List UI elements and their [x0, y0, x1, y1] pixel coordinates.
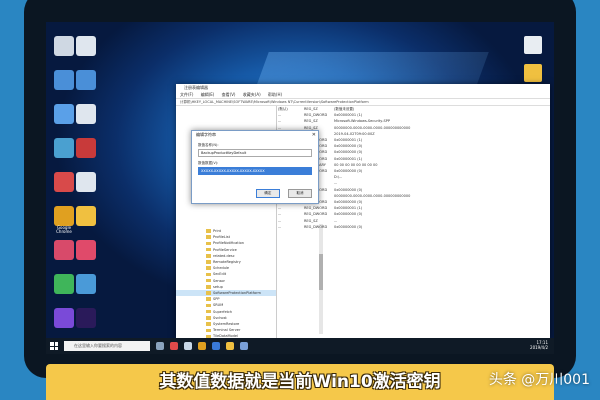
tree-item-label: Sensor	[213, 278, 225, 283]
task-view-icon[interactable]	[156, 342, 164, 350]
search-box[interactable]: 在这里输入你要搜索的内容	[64, 341, 150, 351]
tree-item-label: related.desc	[213, 253, 235, 258]
tree-item-label: SPP	[213, 297, 220, 302]
network-icon[interactable]	[54, 104, 74, 124]
watermark: 头条 @万川001	[488, 372, 590, 388]
clock-date: 2019/4/2	[530, 345, 548, 350]
tree-item-label: setup	[213, 284, 223, 289]
folder-icon	[206, 272, 211, 277]
tree-item-label: ProfileService	[213, 247, 237, 252]
app-icon[interactable]	[54, 240, 74, 260]
taskbar: 在这里输入你要搜索的内容 17:11 2019/4/2	[46, 338, 554, 354]
desktop-screen: Google Chrome 注册表编辑器 文件(F) 编辑(E) 查看(V) 收…	[46, 22, 554, 354]
desktop-icon-label: Google Chrome	[56, 225, 72, 234]
folder-icon	[206, 247, 211, 252]
folder-icon[interactable]	[524, 64, 542, 82]
edit-string-dialog[interactable]: 编辑字符串 ✕ 数值名称(N): BackupProductKeyDefault…	[191, 130, 319, 204]
dialog-buttons: 确定 取消	[253, 179, 312, 198]
menu-view[interactable]: 查看(V)	[222, 92, 236, 97]
chrome-taskbar-icon[interactable]	[198, 342, 206, 350]
menu-favorites[interactable]: 收藏夹(A)	[243, 92, 261, 97]
tree-item-label: SystemRestore	[213, 322, 240, 327]
file-icon[interactable]	[524, 36, 542, 54]
tree-item-label: ProfileList	[213, 235, 231, 240]
tree-item-label: Print	[213, 229, 222, 233]
file-explorer-icon[interactable]	[226, 342, 234, 350]
address-bar[interactable]: 计算机\HKEY_LOCAL_MACHINE\SOFTWARE\Microsof…	[176, 99, 550, 106]
folder-icon	[206, 285, 211, 289]
chrome-icon[interactable]: Google Chrome	[54, 206, 74, 234]
folder-icon	[206, 235, 211, 239]
folder-icon	[206, 309, 211, 314]
folder-icon	[206, 260, 211, 264]
ok-button[interactable]: 确定	[255, 189, 280, 198]
computer-icon[interactable]	[54, 70, 74, 90]
folder-icon	[206, 303, 211, 308]
dialog-title-text: 编辑字符串	[196, 132, 216, 137]
app-icon[interactable]	[54, 308, 74, 328]
taskbar-app-icon[interactable]	[170, 342, 178, 350]
menu-bar: 文件(F) 编辑(E) 查看(V) 收藏夹(A) 帮助(H)	[176, 92, 550, 99]
file-icon[interactable]	[76, 70, 96, 90]
folder-icon	[206, 266, 211, 270]
folder-icon	[206, 297, 211, 301]
registry-editor-window[interactable]: 注册表编辑器 文件(F) 编辑(E) 查看(V) 收藏夹(A) 帮助(H) 计算…	[176, 84, 550, 354]
file-icon[interactable]	[76, 172, 96, 192]
menu-help[interactable]: 帮助(H)	[268, 92, 282, 97]
value-data-field[interactable]: XXXXX-XXXXX-XXXXX-XXXXX-XXXXX	[198, 167, 312, 175]
subtitle-text: 其数值数据就是当前Win10激活密钥	[159, 372, 441, 392]
value-name-field[interactable]: BackupProductKeyDefault	[198, 149, 312, 157]
recycle-bin-icon[interactable]	[54, 36, 74, 56]
tree-item-label: SoftwareProtectionPlatform	[213, 291, 261, 296]
windows-start-icon[interactable]	[50, 342, 58, 350]
folder-icon[interactable]	[76, 206, 96, 226]
tree-item-label: SRUM	[213, 303, 224, 308]
folder-icon	[206, 241, 211, 246]
cancel-button[interactable]: 取消	[288, 189, 312, 198]
desktop-icons-column-1: Google Chrome	[54, 30, 76, 342]
video-frame: Google Chrome 注册表编辑器 文件(F) 编辑(E) 查看(V) 收…	[0, 0, 600, 400]
app-icon[interactable]	[76, 240, 96, 260]
folder-icon	[206, 322, 211, 326]
app-icon[interactable]	[54, 172, 74, 192]
close-icon[interactable]: ✕	[312, 131, 316, 139]
tree-item-label: Terminal Server	[213, 328, 241, 333]
tree-item-label: SecEdit	[213, 272, 227, 277]
dialog-title: 编辑字符串 ✕	[192, 131, 318, 139]
system-tray-clock[interactable]: 17:11 2019/4/2	[530, 340, 548, 350]
value-data-label: 数值数据(V):	[198, 161, 219, 165]
tree-item-label: RemoteRegistry	[213, 260, 241, 265]
tree-item-label: Schedule	[213, 266, 230, 271]
control-panel-icon[interactable]	[54, 138, 74, 158]
folder-icon	[206, 291, 211, 295]
folder-icon	[206, 316, 211, 320]
subtitle-bar: 其数值数据就是当前Win10激活密钥	[46, 364, 554, 400]
desktop-icons-column-2	[76, 30, 98, 342]
window-title: 注册表编辑器	[176, 84, 550, 92]
tree-item-label: Superfetch	[213, 309, 233, 314]
folder-icon	[206, 278, 211, 283]
folder-icon	[206, 254, 211, 258]
file-icon[interactable]	[76, 104, 96, 124]
app-icon[interactable]	[76, 274, 96, 294]
file-icon[interactable]	[76, 36, 96, 56]
menu-file[interactable]: 文件(F)	[180, 92, 193, 97]
regedit-taskbar-icon[interactable]	[240, 342, 248, 350]
folder-icon	[206, 328, 211, 332]
app-icon[interactable]	[76, 138, 96, 158]
folder-icon	[206, 229, 211, 233]
taskbar-app-icon[interactable]	[212, 342, 220, 350]
value-name-label: 数值名称(N):	[198, 143, 219, 147]
adobe-icon[interactable]	[76, 308, 96, 328]
value-name: ...	[278, 224, 282, 229]
value-type: REG_DWORD	[304, 224, 328, 229]
value-data: 0x00000000 (0)	[334, 224, 363, 229]
value-row[interactable]: ... REG_DWORD 0x00000000 (0)	[278, 224, 550, 230]
tree-item-label: Svchost	[213, 315, 227, 320]
taskbar-app-icon[interactable]	[184, 342, 192, 350]
tree-item-label: ProfileNotification	[213, 241, 244, 246]
app-icon[interactable]	[54, 274, 74, 294]
menu-edit[interactable]: 编辑(E)	[201, 92, 215, 97]
